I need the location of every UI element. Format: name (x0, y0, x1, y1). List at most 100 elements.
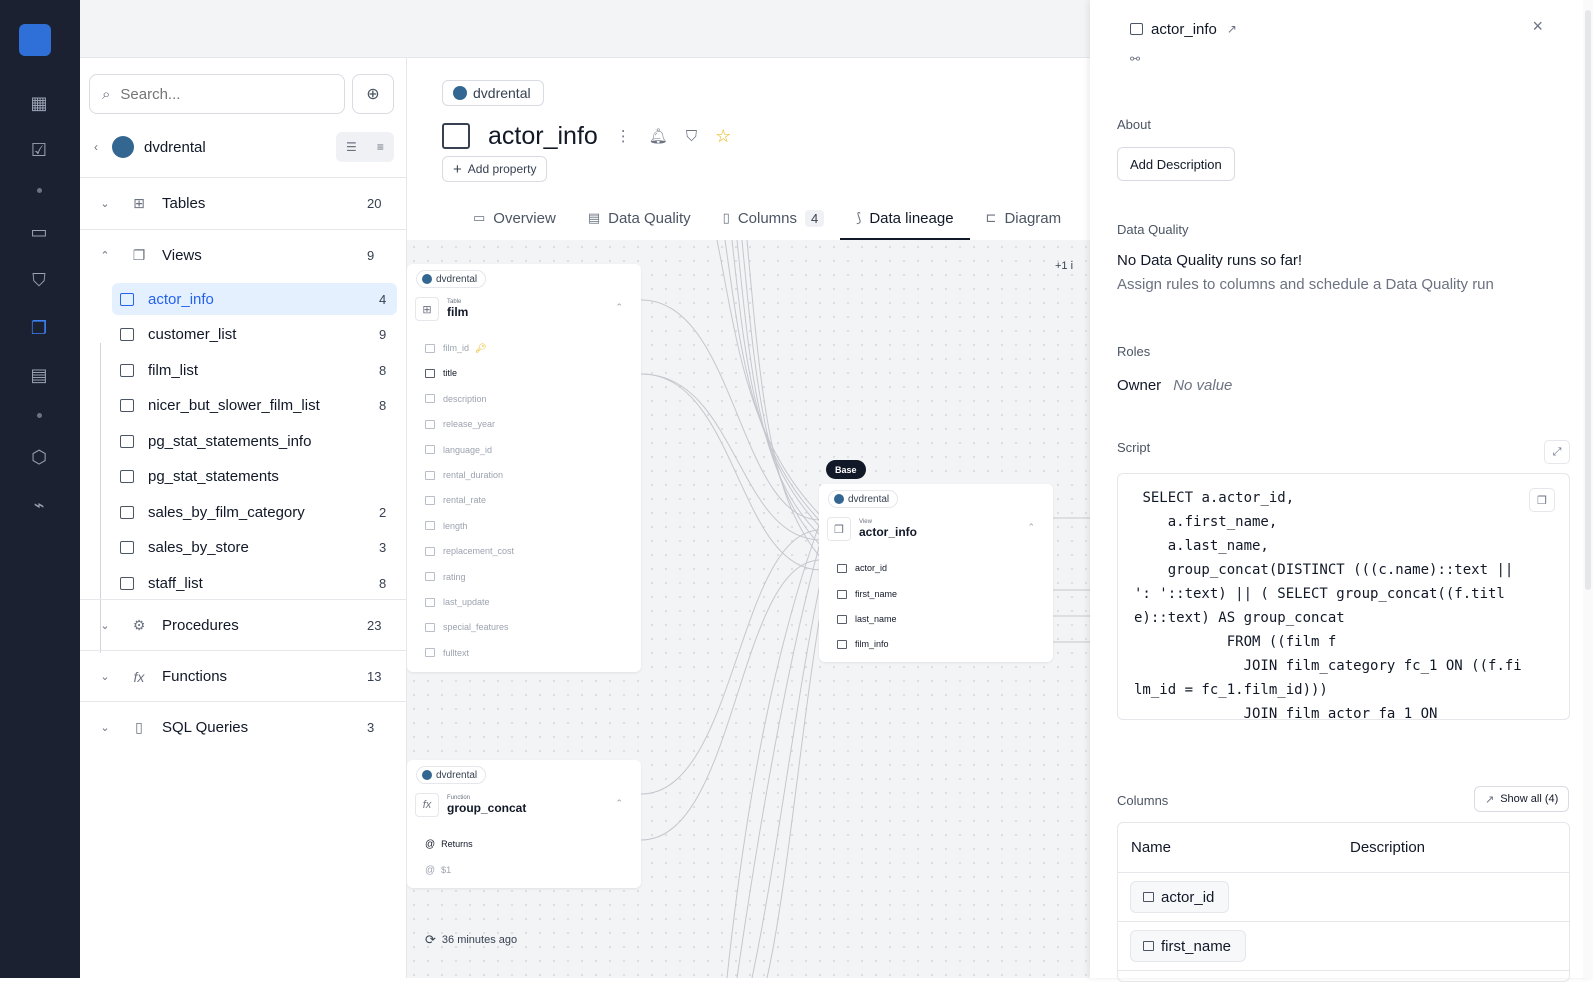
main-content: dvdrental actor_info ⋮ 🔔︎ ⛉ ☆ + Add prope… (407, 58, 1090, 978)
node-field[interactable]: actor_id (837, 558, 887, 578)
plug-icon[interactable]: ⌁ (28, 494, 50, 516)
view-item-customer-list[interactable]: customer_list 9 (112, 318, 397, 350)
book-icon[interactable]: ▭ (28, 221, 50, 243)
node-field[interactable]: rating (425, 567, 466, 587)
node-field[interactable]: release_year (425, 414, 495, 434)
list-view-icon[interactable]: ☰ (346, 140, 357, 154)
node-field[interactable]: rental_duration (425, 465, 503, 485)
view-item-actor-info[interactable]: actor_info 4 (112, 283, 397, 315)
tab-diagram[interactable]: ⊏ Diagram (970, 198, 1078, 240)
section-procedures[interactable]: ⌄ ⚙ Procedures 23 (80, 599, 407, 651)
bookmark-icon[interactable]: ⛉ (686, 128, 697, 145)
node-field[interactable]: film_id 🔑︎ (425, 338, 486, 358)
lineage-canvas[interactable]: dvdrental ⊞ Table film ⌃ film_id 🔑︎ title de… (407, 240, 1090, 978)
chevron-up-icon[interactable]: ⌃ (615, 302, 623, 313)
column-chip[interactable]: actor_id (1130, 881, 1230, 913)
field-label: film_info (855, 639, 889, 649)
section-sql-queries[interactable]: ⌄ ▯ SQL Queries 3 (80, 701, 407, 753)
copy-button[interactable]: ❐ (1529, 488, 1555, 512)
node-field[interactable]: length (425, 516, 468, 536)
scrollbar-thumb[interactable] (1585, 10, 1591, 590)
view-item-staff-list[interactable]: staff_list 8 (112, 567, 397, 599)
node-field[interactable]: special_features (425, 617, 509, 637)
node-field[interactable]: replacement_cost (425, 541, 514, 561)
app-logo-icon[interactable] (19, 24, 51, 56)
postgres-icon (453, 86, 467, 100)
checklist-icon[interactable]: ☑ (28, 139, 50, 161)
panel-title-text: actor_info (1151, 20, 1217, 38)
node-field[interactable]: description (425, 389, 487, 409)
section-functions[interactable]: ⌄ fx Functions 13 (80, 650, 407, 702)
star-icon[interactable]: ☆ (715, 126, 731, 147)
field-label: release_year (443, 419, 496, 430)
source-chip[interactable]: dvdrental (442, 80, 544, 106)
catalog-icon[interactable]: ❐ (28, 317, 50, 339)
shield-icon[interactable]: ⛉ (28, 269, 50, 291)
bell-icon[interactable]: 🔔︎ (649, 127, 668, 145)
node-field[interactable]: film_info (837, 634, 889, 654)
column-icon (1143, 892, 1154, 902)
view-item-pg-stat-statements[interactable]: pg_stat_statements (112, 460, 397, 492)
column-chip[interactable]: first_name (1130, 930, 1247, 962)
chevron-up-icon[interactable]: ⌃ (615, 798, 623, 809)
field-label: actor_id (855, 563, 888, 573)
chevron-up-icon[interactable]: ⌃ (1027, 522, 1035, 533)
node-field[interactable]: language_id (425, 440, 492, 460)
add-property-button[interactable]: + Add property (442, 156, 548, 182)
hexagon-settings-icon[interactable]: ⬡ (28, 446, 50, 468)
owner-row[interactable]: Owner No value (1117, 377, 1232, 394)
tree-view-icon[interactable]: ≡ (377, 140, 384, 154)
node-field[interactable]: last_update (425, 592, 490, 612)
view-item-sales-by-store[interactable]: sales_by_store 3 (112, 531, 397, 563)
view-item-film-list[interactable]: film_list 8 (112, 354, 397, 386)
source-name[interactable]: dvdrental (144, 139, 206, 156)
lineage-node-actor-info[interactable]: dvdrental ❐ View actor_info ⌃ actor_id fi… (819, 484, 1053, 662)
lineage-icon[interactable]: ⚯ (1130, 52, 1140, 66)
field-label: last_name (855, 614, 897, 624)
dashboard-icon[interactable]: ▦ (28, 92, 50, 114)
node-field[interactable]: fulltext (425, 643, 469, 663)
script-block[interactable]: SELECT a.actor_id, a.first_name, a.last_… (1117, 473, 1570, 720)
section-tables[interactable]: ⌄ ⊞ Tables 20 (80, 177, 407, 229)
node-field[interactable]: title (425, 363, 457, 383)
tab-overview[interactable]: ▭ Overview (457, 198, 572, 240)
view-toggle[interactable]: ☰ ≡ (336, 132, 394, 162)
tab-columns[interactable]: ▯ Columns 4 (707, 198, 841, 240)
show-all-columns-button[interactable]: ↗ Show all (4) (1474, 786, 1570, 812)
clipboard-icon[interactable]: ▤ (28, 364, 50, 386)
dq-empty-subtitle: Assign rules to columns and schedule a D… (1117, 276, 1494, 293)
section-views[interactable]: ⌃ ❐ Views 9 (80, 229, 407, 281)
node-field[interactable]: last_name (837, 609, 897, 629)
view-item-sales-by-film-category[interactable]: sales_by_film_category 2 (112, 496, 397, 528)
tab-bar: ▭ Overview ▤ Data Quality ▯ Columns 4 ⟆ Data … (457, 198, 1077, 240)
panel-scrollbar[interactable] (1583, 0, 1593, 978)
node-field[interactable]: first_name (837, 584, 897, 604)
more-nodes-indicator[interactable]: +1 i (1055, 260, 1073, 272)
field-label: rating (443, 571, 466, 582)
search-input[interactable] (120, 85, 311, 103)
more-options-icon[interactable]: ⋮ (616, 127, 631, 145)
section-label: Views (162, 247, 202, 264)
add-button[interactable]: ⊕ (352, 74, 394, 114)
external-link-icon[interactable]: ↗ (1227, 22, 1237, 36)
tab-data-quality[interactable]: ▤ Data Quality (572, 198, 707, 240)
lineage-node-film[interactable]: dvdrental ⊞ Table film ⌃ film_id 🔑︎ title de… (407, 264, 641, 672)
separator-dot (37, 413, 42, 418)
chevron-down-icon: ⌄ (100, 722, 110, 734)
view-item-nicer-but-slower-film-list[interactable]: nicer_but_slower_film_list 8 (112, 389, 397, 421)
owner-value: No value (1173, 377, 1233, 394)
expand-script-button[interactable]: ⤢ (1544, 440, 1570, 464)
node-field[interactable]: rental_rate (425, 490, 486, 510)
tab-data-lineage[interactable]: ⟆ Data lineage (840, 198, 970, 240)
view-label: actor_info (148, 290, 214, 308)
search-box[interactable]: ⌕ (89, 74, 345, 114)
field-label: $1 (441, 865, 452, 875)
add-description-button[interactable]: Add Description (1117, 147, 1235, 181)
chevron-left-icon[interactable]: ‹ (94, 140, 98, 154)
refresh-status[interactable]: ⟳ 36 minutes ago (425, 932, 517, 948)
about-label: About (1117, 117, 1151, 132)
plus-icon: + (453, 160, 462, 178)
view-item-pg-stat-statements-info[interactable]: pg_stat_statements_info (112, 425, 397, 457)
lineage-node-group-concat[interactable]: dvdrental fx Function group_concat ⌃ @ Ret… (407, 760, 641, 888)
close-icon[interactable]: × (1532, 16, 1543, 37)
